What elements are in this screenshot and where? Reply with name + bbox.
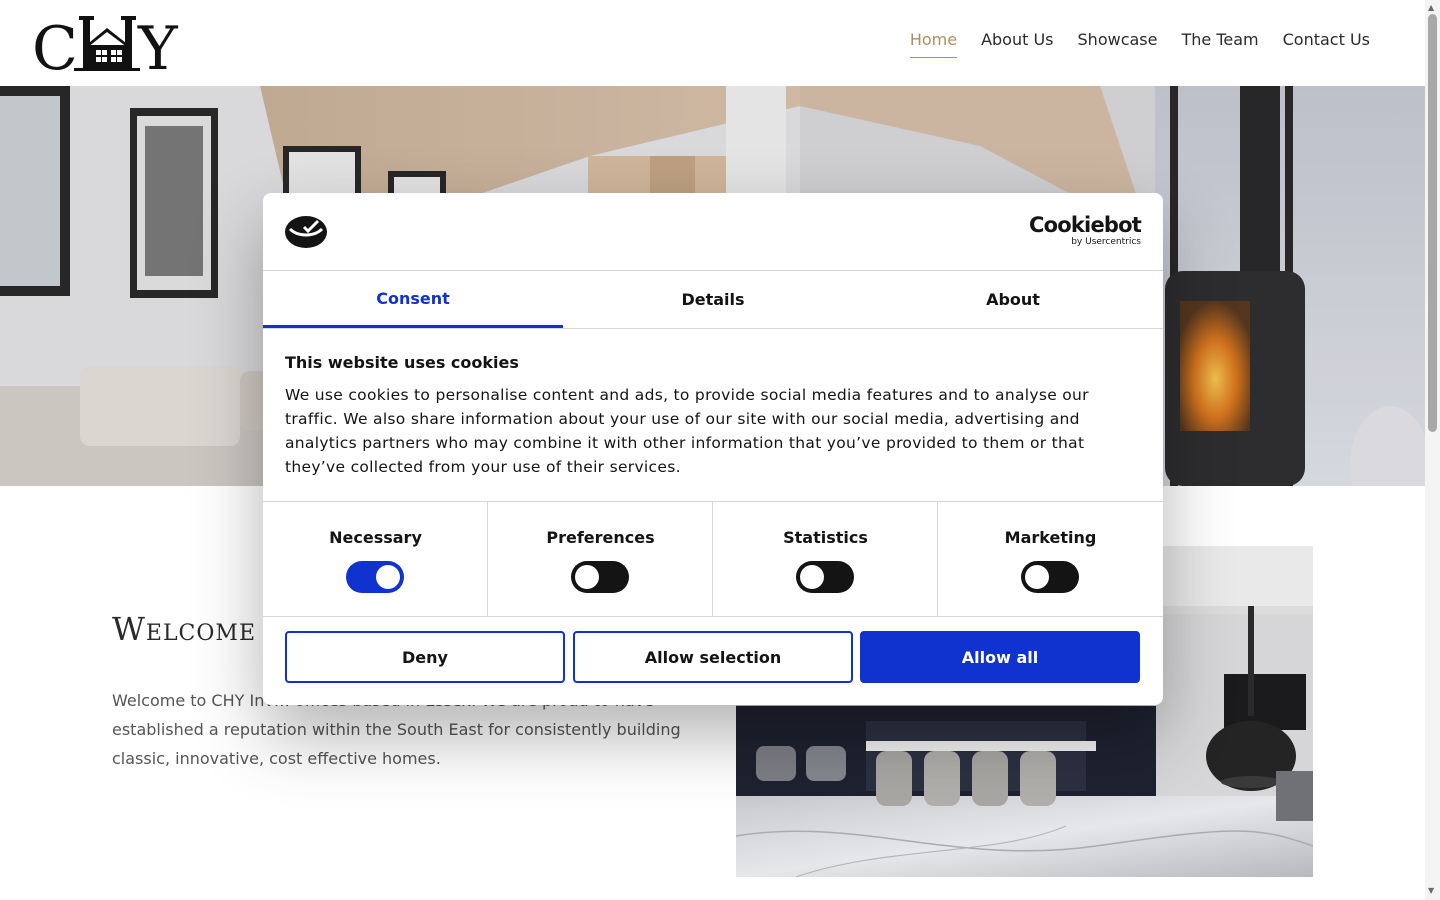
nav-about-us[interactable]: About Us <box>981 30 1053 58</box>
cookiebot-brand[interactable]: Cookiebot by Usercentrics <box>1029 213 1142 249</box>
deny-button[interactable]: Deny <box>285 631 565 683</box>
cookie-dialog-header: Cookiebot by Usercentrics <box>263 193 1163 271</box>
cookie-consent-dialog: Cookiebot by Usercentrics Consent Detail… <box>263 193 1163 705</box>
page-scrollbar[interactable]: ▲ ▼ <box>1425 0 1440 900</box>
house-logo-icon <box>74 16 140 71</box>
cookie-body-text: We use cookies to personalise content an… <box>285 386 1089 476</box>
cookiebot-brand-sub: by Usercentrics <box>1071 237 1141 247</box>
category-statistics: Statistics <box>713 502 938 616</box>
allow-selection-button[interactable]: Allow selection <box>573 631 853 683</box>
nav-showcase[interactable]: Showcase <box>1078 30 1158 58</box>
allow-all-button[interactable]: Allow all <box>860 631 1140 683</box>
nav-home[interactable]: Home <box>909 30 958 58</box>
scrollbar-thumb[interactable] <box>1428 14 1437 432</box>
toggle-knob <box>1025 565 1049 589</box>
category-marketing: Marketing <box>938 502 1163 616</box>
scroll-down-arrow-icon[interactable]: ▼ <box>1428 886 1434 895</box>
tab-consent[interactable]: Consent <box>263 271 563 328</box>
svg-text:Y: Y <box>137 14 179 74</box>
marketing-toggle[interactable] <box>1021 561 1079 593</box>
scroll-up-arrow-icon[interactable]: ▲ <box>1428 3 1434 12</box>
cookie-categories: Necessary Preferences Statistics Marketi… <box>263 501 1163 617</box>
category-label: Statistics <box>783 528 868 547</box>
preferences-toggle[interactable] <box>571 561 629 593</box>
category-preferences: Preferences <box>488 502 713 616</box>
cookie-tabs: Consent Details About <box>263 271 1163 329</box>
site-header: C Y Home About Us Showcase The Team Cont… <box>0 0 1425 86</box>
svg-text:C: C <box>32 14 78 74</box>
necessary-toggle[interactable] <box>346 561 404 593</box>
category-label: Preferences <box>546 528 655 547</box>
statistics-toggle[interactable] <box>796 561 854 593</box>
nav-contact-us[interactable]: Contact Us <box>1283 30 1370 58</box>
cookie-heading: This website uses cookies <box>285 353 519 372</box>
category-necessary: Necessary <box>263 502 488 616</box>
nav-the-team[interactable]: The Team <box>1181 30 1258 58</box>
cookiebot-brand-name: Cookiebot <box>1029 213 1142 237</box>
chy-logo[interactable]: C Y <box>32 14 180 74</box>
tab-about[interactable]: About <box>863 271 1163 328</box>
category-label: Necessary <box>329 528 422 547</box>
toggle-knob <box>575 565 599 589</box>
toggle-knob <box>376 565 400 589</box>
category-label: Marketing <box>1004 528 1097 547</box>
tab-details[interactable]: Details <box>563 271 863 328</box>
cookiebot-logo-icon <box>285 216 327 248</box>
welcome-heading: Welcome <box>112 610 257 648</box>
main-nav: Home About Us Showcase The Team Contact … <box>909 30 1370 58</box>
toggle-knob <box>800 565 824 589</box>
